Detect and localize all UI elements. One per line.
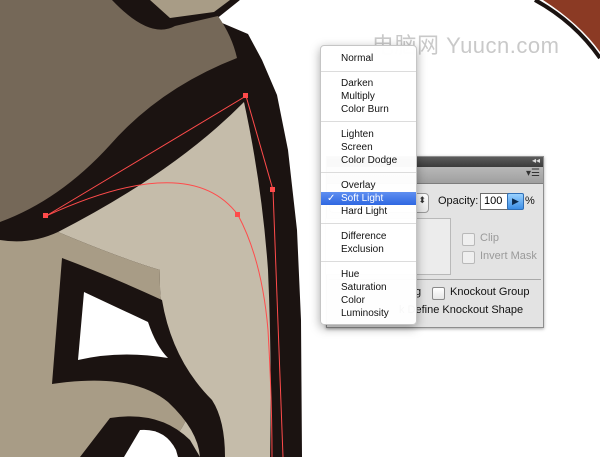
menu-item-label: Saturation	[341, 282, 387, 293]
anchor-point[interactable]	[270, 187, 275, 192]
menu-item-color-dodge[interactable]: Color Dodge	[321, 154, 416, 167]
menu-item-label: Color Burn	[341, 104, 389, 115]
invert-mask-checkbox[interactable]	[462, 251, 475, 264]
knockout-group-label: Knockout Group	[450, 286, 530, 298]
menu-item-hue[interactable]: Hue	[321, 268, 416, 281]
clip-checkbox[interactable]	[462, 233, 475, 246]
menu-item-label: Darken	[341, 78, 374, 89]
define-knockout-label: k Define Knockout Shape	[399, 304, 524, 316]
menu-item-hard-light[interactable]: Hard Light	[321, 205, 416, 218]
menu-item-label: Color	[341, 295, 365, 306]
menu-item-normal[interactable]: Normal	[321, 52, 416, 65]
menu-item-darken[interactable]: Darken	[321, 77, 416, 90]
menu-item-label: Overlay	[341, 180, 376, 191]
opacity-label: Opacity:	[438, 195, 479, 207]
panel-menu-icon[interactable]: ▾☰	[526, 168, 540, 179]
menu-item-luminosity[interactable]: Luminosity	[321, 307, 416, 320]
menu-item-label: Normal	[341, 53, 374, 64]
knockout-group-checkbox[interactable]	[432, 287, 445, 300]
menu-item-label: Exclusion	[341, 244, 384, 255]
checkmark-icon: ✓	[327, 193, 336, 204]
menu-item-color-burn[interactable]: Color Burn	[321, 103, 416, 116]
menu-item-label: Hue	[341, 269, 360, 280]
menu-item-soft-light[interactable]: ✓ Soft Light	[321, 192, 416, 205]
menu-item-saturation[interactable]: Saturation	[321, 281, 416, 294]
stepper-icon: ⬍	[418, 195, 426, 205]
menu-item-label: Soft Light	[341, 193, 384, 204]
menu-separator	[321, 71, 416, 72]
menu-item-label: Hard Light	[341, 206, 388, 217]
menu-item-exclusion[interactable]: Exclusion	[321, 243, 416, 256]
menu-item-color[interactable]: Color	[321, 294, 416, 307]
menu-item-screen[interactable]: Screen	[321, 141, 416, 154]
anchor-point[interactable]	[235, 212, 240, 217]
menu-item-difference[interactable]: Difference	[321, 230, 416, 243]
anchor-point[interactable]	[243, 93, 248, 98]
menu-separator	[321, 223, 416, 224]
menu-item-overlay[interactable]: Overlay	[321, 179, 416, 192]
anchor-point[interactable]	[43, 213, 48, 218]
menu-item-lighten[interactable]: Lighten	[321, 128, 416, 141]
opacity-input[interactable]: 100	[480, 193, 509, 210]
play-arrow-icon[interactable]: ▶	[507, 193, 524, 210]
menu-item-label: Color Dodge	[341, 155, 398, 166]
blend-mode-menu: Normal Darken Multiply Color Burn Lighte…	[320, 45, 417, 325]
menu-item-label: Difference	[341, 231, 387, 242]
collapse-icon[interactable]: ◂◂	[532, 156, 540, 165]
opacity-unit: %	[525, 195, 535, 207]
menu-item-label: Luminosity	[341, 308, 389, 319]
menu-separator	[321, 121, 416, 122]
menu-item-label: Multiply	[341, 91, 375, 102]
menu-item-multiply[interactable]: Multiply	[321, 90, 416, 103]
clip-label: Clip	[480, 232, 499, 244]
invert-mask-label: Invert Mask	[480, 250, 537, 262]
menu-item-label: Screen	[341, 142, 373, 153]
menu-separator	[321, 172, 416, 173]
menu-item-label: Lighten	[341, 129, 374, 140]
menu-separator	[321, 261, 416, 262]
